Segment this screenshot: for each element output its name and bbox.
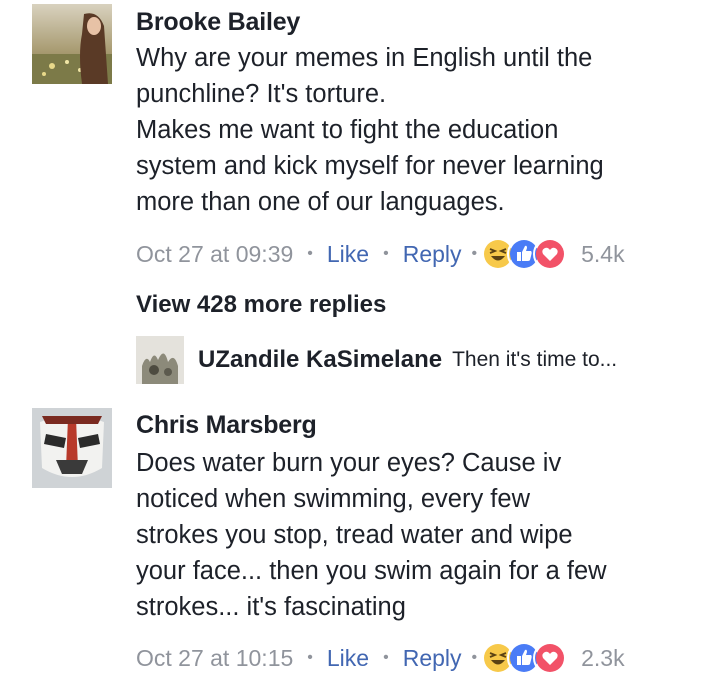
comment-line: strokes... it's fascinating [136,593,406,621]
like-button[interactable]: Like [327,645,369,672]
comment-body: Does water burn your eyes? Cause iv noti… [136,445,607,625]
view-more-replies-link[interactable]: View 428 more replies [136,291,386,319]
comment-line: more than one of our languages. [136,188,505,216]
comment-author[interactable]: Chris Marsberg [136,411,317,440]
separator-dot: • [307,245,313,262]
comment-author[interactable]: Brooke Bailey [136,8,300,37]
reply-author[interactable]: UZandile KaSimelane [198,346,442,374]
reply-button[interactable]: Reply [403,241,462,268]
reactions-summary[interactable] [481,641,568,675]
comment-meta: Oct 27 at 09:39 • Like • Reply • 5.4k [136,237,625,271]
comment-line: your face... then you swim again for a f… [136,557,607,585]
avatar[interactable] [136,336,184,384]
comment-line: noticed when swimming, every few [136,485,530,513]
love-icon [533,641,568,675]
reaction-count[interactable]: 5.4k [581,241,624,268]
like-button[interactable]: Like [327,241,369,268]
comment-line: Does water burn your eyes? Cause iv [136,449,562,477]
comment-line: Makes me want to fight the education [136,116,559,144]
love-icon [533,237,568,271]
avatar[interactable] [32,408,112,488]
separator-dot: • [471,245,478,262]
reply-button[interactable]: Reply [403,645,462,672]
comment-timestamp[interactable]: Oct 27 at 10:15 [136,645,293,672]
reply-preview[interactable]: UZandile KaSimelane Then it's time to... [136,336,617,384]
separator-dot: • [383,649,389,666]
comment-line: system and kick myself for never learnin… [136,152,604,180]
comment-meta: Oct 27 at 10:15 • Like • Reply • 2.3k [136,641,625,675]
separator-dot: • [383,245,389,262]
reaction-count[interactable]: 2.3k [581,645,624,672]
avatar[interactable] [32,4,112,84]
separator-dot: • [471,649,478,666]
comment-line: Why are your memes in English until the [136,44,593,72]
separator-dot: • [307,649,313,666]
comment-line: strokes you stop, tread water and wipe [136,521,573,549]
comment-line: punchline? It's torture. [136,80,387,108]
reply-text: Then it's time to... [452,348,618,371]
comment-body: Why are your memes in English until the … [136,40,604,220]
reactions-summary[interactable] [481,237,568,271]
comment-timestamp[interactable]: Oct 27 at 09:39 [136,241,293,268]
